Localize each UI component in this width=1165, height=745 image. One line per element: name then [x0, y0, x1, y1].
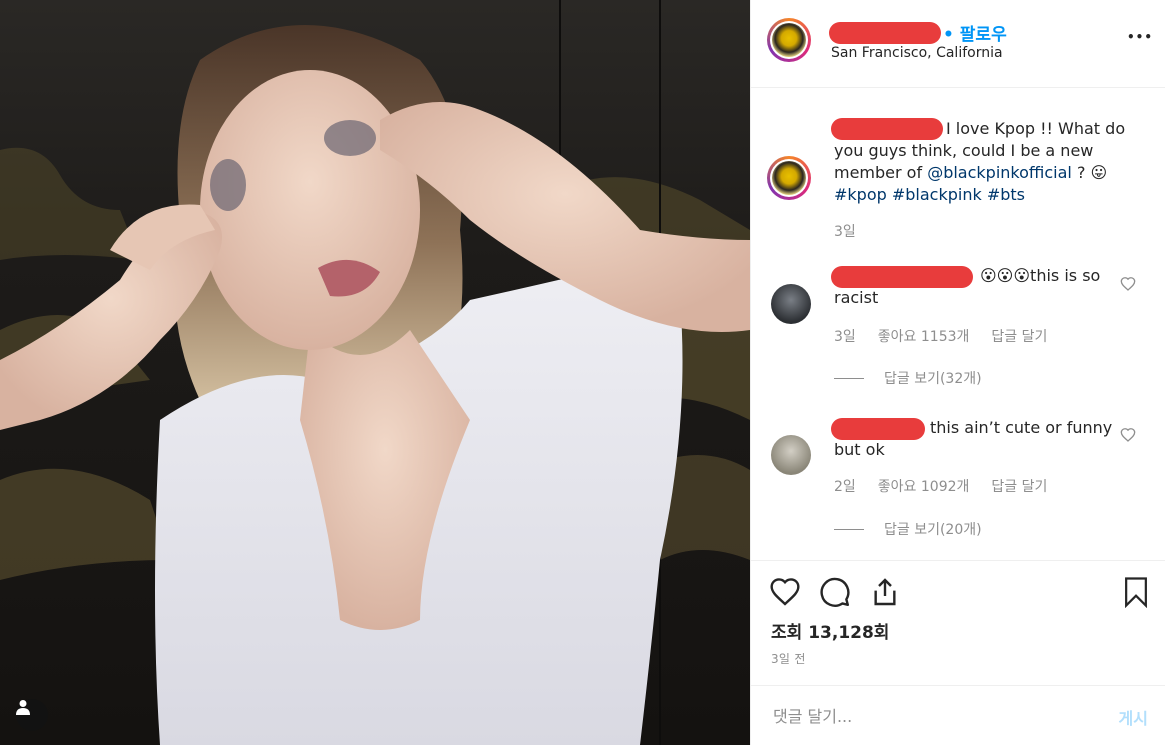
- author-avatar[interactable]: [767, 18, 811, 62]
- caption-hashtags[interactable]: #kpop #blackpink #bts: [834, 185, 1025, 204]
- comment-likes[interactable]: 좋아요 1153개: [878, 326, 970, 346]
- post-side-panel: • 팔로우 San Francisco, California ••• I lo…: [750, 0, 1165, 745]
- user-tag-icon: [16, 700, 30, 715]
- comment-like-heart-icon[interactable]: [1120, 427, 1136, 443]
- post-comment-button[interactable]: 게시: [1119, 705, 1148, 729]
- post-caption: I love Kpop !! What do you guys think, c…: [834, 118, 1134, 206]
- comment-text: 😮😮😮this is so racist: [834, 266, 1101, 307]
- actions-divider: [751, 560, 1165, 562]
- user-tag-button[interactable]: [16, 699, 48, 731]
- comment-likes[interactable]: 좋아요 1092개: [878, 476, 970, 496]
- comment-time[interactable]: 3일: [834, 326, 856, 346]
- post-location[interactable]: San Francisco, California: [831, 45, 1003, 61]
- reply-button[interactable]: 답글 달기: [991, 476, 1047, 496]
- comment-meta: 3일 좋아요 1153개 답글 달기: [834, 326, 1047, 346]
- more-options-icon[interactable]: •••: [1127, 30, 1153, 44]
- reply-button[interactable]: 답글 달기: [991, 326, 1047, 346]
- caption-mention-link[interactable]: @blackpinkofficial: [927, 163, 1072, 182]
- post-media[interactable]: [0, 0, 750, 745]
- view-replies-button[interactable]: 답글 보기(32개): [834, 368, 982, 388]
- share-icon[interactable]: [869, 576, 901, 608]
- comment-input[interactable]: [771, 702, 1085, 730]
- view-count[interactable]: 조회 13,128회: [771, 618, 889, 643]
- commenter-avatar[interactable]: [771, 284, 811, 324]
- comment-text: this ain’t cute or funny but ok: [834, 418, 1113, 459]
- post-timestamp[interactable]: 3일 전: [771, 650, 806, 667]
- view-replies-button[interactable]: 답글 보기(20개): [834, 519, 982, 539]
- caption-text-after: ? 😛: [1071, 163, 1108, 182]
- post-header: • 팔로우 San Francisco, California •••: [751, 0, 1165, 88]
- bookmark-icon[interactable]: [1121, 576, 1151, 608]
- comment-bubble-icon[interactable]: [819, 576, 851, 608]
- heart-icon[interactable]: [769, 576, 801, 608]
- comment-time[interactable]: 2일: [834, 476, 856, 496]
- comment-meta: 2일 좋아요 1092개 답글 달기: [834, 476, 1047, 496]
- caption-time[interactable]: 3일: [834, 221, 856, 241]
- add-comment-bar: 게시: [751, 685, 1165, 745]
- follow-button[interactable]: • 팔로우: [943, 20, 1007, 45]
- commenter-avatar[interactable]: [771, 435, 811, 475]
- caption-author-avatar[interactable]: [767, 156, 811, 200]
- video-frame: [0, 0, 750, 745]
- comment-emojis: 😮😮😮: [980, 266, 1031, 285]
- redacted-username[interactable]: [829, 22, 941, 44]
- comment-like-heart-icon[interactable]: [1120, 276, 1136, 292]
